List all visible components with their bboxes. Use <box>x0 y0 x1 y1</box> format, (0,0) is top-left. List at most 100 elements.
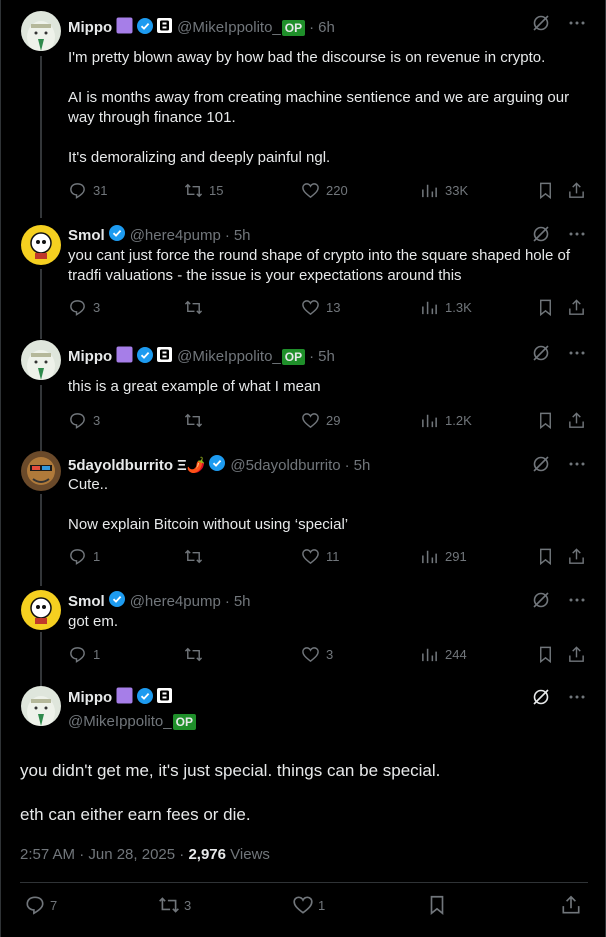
views-button[interactable]: 1.3K <box>420 298 472 317</box>
grok-icon[interactable] <box>532 225 550 248</box>
author-name[interactable]: Mippo <box>68 689 112 706</box>
views-button[interactable]: 291 <box>420 547 467 566</box>
post-time[interactable]: 5h <box>234 593 251 610</box>
more-options-icon[interactable] <box>568 688 586 711</box>
reply-button[interactable]: 7 <box>24 894 57 916</box>
author-name[interactable]: Mippo <box>68 348 112 365</box>
share-button[interactable] <box>567 411 586 430</box>
author-handle[interactable]: @MikeIppolito_ <box>68 713 172 730</box>
bookmark-button[interactable] <box>536 547 555 566</box>
repost-button[interactable] <box>184 411 203 430</box>
author-handle[interactable]: @MikeIppolito_ <box>177 348 281 365</box>
avatar[interactable] <box>21 11 61 51</box>
more-options-icon[interactable] <box>568 225 586 248</box>
reply-button[interactable]: 1 <box>68 645 100 664</box>
verified-badge-icon <box>209 455 226 475</box>
like-button[interactable]: 220 <box>301 181 348 200</box>
org-badge-icon <box>157 347 173 366</box>
reply-button[interactable]: 1 <box>68 547 100 566</box>
post-time[interactable]: 5h <box>318 348 335 365</box>
author-name[interactable]: 5dayoldburrito <box>68 457 173 474</box>
like-button[interactable]: 13 <box>301 298 340 317</box>
views-button[interactable]: 244 <box>420 645 467 664</box>
views-button[interactable]: 1.2K <box>420 411 472 430</box>
purple-badge-icon <box>116 17 133 38</box>
verified-badge-icon <box>108 225 125 245</box>
views-icon <box>422 301 437 315</box>
avatar[interactable] <box>21 225 61 265</box>
avatar[interactable] <box>21 340 61 380</box>
avatar[interactable] <box>21 686 61 726</box>
reply-count: 1 <box>93 549 101 564</box>
author-name[interactable]: Smol <box>68 227 105 244</box>
like-button[interactable]: 29 <box>301 411 340 430</box>
thread-post[interactable]: 5dayoldburrito Ξ🌶️ @5dayoldburrito · 5h … <box>0 446 606 581</box>
author-name[interactable]: Mippo <box>68 19 112 36</box>
bookmark-button[interactable] <box>426 894 448 916</box>
share-button[interactable] <box>567 645 586 664</box>
grok-icon[interactable] <box>532 591 550 614</box>
author-name[interactable]: Smol <box>68 593 105 610</box>
more-options-icon[interactable] <box>568 344 586 367</box>
avatar[interactable] <box>21 451 61 491</box>
repost-button[interactable] <box>184 645 203 664</box>
reply-count: 3 <box>93 413 101 428</box>
author-handle[interactable]: @MikeIppolito_ <box>177 19 281 36</box>
reply-icon <box>70 413 85 429</box>
bookmark-button[interactable] <box>536 411 555 430</box>
views-icon <box>422 414 437 428</box>
post-paragraph: this is a great example of what I mean <box>68 378 321 395</box>
share-button[interactable] <box>560 894 582 916</box>
post-text: I'm pretty blown away by how bad the dis… <box>68 48 588 168</box>
reply-icon <box>70 300 85 316</box>
post-time[interactable]: 5h <box>354 457 371 474</box>
grok-icon[interactable] <box>532 344 550 367</box>
repost-count: 15 <box>209 183 224 198</box>
bookmark-button[interactable] <box>536 298 555 317</box>
avatar[interactable] <box>21 590 61 630</box>
verified-badge-icon <box>108 591 125 611</box>
post-time[interactable]: 5h <box>234 227 251 244</box>
reply-button[interactable]: 3 <box>68 411 100 430</box>
thread-post[interactable]: Smol @here4pump · 5h you cant just force… <box>0 215 606 330</box>
thread-post[interactable]: Smol @here4pump · 5h got em. 1 3 244 <box>0 585 606 680</box>
reply-button[interactable]: 3 <box>68 298 100 317</box>
view-count: 291 <box>445 549 467 564</box>
author-handle[interactable]: @here4pump <box>130 593 221 610</box>
share-button[interactable] <box>567 298 586 317</box>
views-button[interactable]: 33K <box>420 181 468 200</box>
post-text: Cute.. Now explain Bitcoin without using… <box>68 475 588 535</box>
views-icon <box>422 550 437 564</box>
like-button[interactable]: 1 <box>292 894 325 916</box>
like-button[interactable]: 11 <box>301 547 340 566</box>
post-paragraph: AI is months away from creating machine … <box>68 89 570 126</box>
share-button[interactable] <box>567 181 586 200</box>
thread-post[interactable]: Mippo @MikeIppolito_ OP · 6h I'm pretty … <box>0 0 606 210</box>
post-timestamp[interactable]: 2:57 AM · Jun 28, 2025 · <box>20 846 184 863</box>
reply-button[interactable]: 31 <box>68 181 107 200</box>
repost-button[interactable] <box>184 298 203 317</box>
bookmark-button[interactable] <box>536 181 555 200</box>
post-text: you didn't get me, it's just special. th… <box>20 760 590 826</box>
org-badge-icon <box>157 688 173 707</box>
post-time[interactable]: 6h <box>318 19 335 36</box>
grok-icon[interactable] <box>532 688 550 711</box>
separator: · <box>224 592 230 610</box>
op-badge: OP <box>281 19 306 36</box>
more-options-icon[interactable] <box>568 591 586 614</box>
reply-icon <box>26 896 44 915</box>
author-handle[interactable]: @here4pump <box>130 227 221 244</box>
share-button[interactable] <box>567 547 586 566</box>
repost-button[interactable]: 3 <box>158 894 191 916</box>
op-badge: OP <box>281 348 306 365</box>
author-handle[interactable]: @5dayoldburrito <box>230 457 340 474</box>
repost-button[interactable]: 15 <box>184 181 223 200</box>
separator: · <box>309 348 315 365</box>
like-button[interactable]: 3 <box>301 645 333 664</box>
more-options-icon[interactable] <box>568 14 586 37</box>
post-paragraph: It's demoralizing and deeply painful ngl… <box>68 149 331 166</box>
repost-button[interactable] <box>184 547 203 566</box>
thread-post[interactable]: Mippo @MikeIppolito_ OP · 5h this is a g… <box>0 334 606 444</box>
grok-icon[interactable] <box>532 14 550 37</box>
bookmark-button[interactable] <box>536 645 555 664</box>
